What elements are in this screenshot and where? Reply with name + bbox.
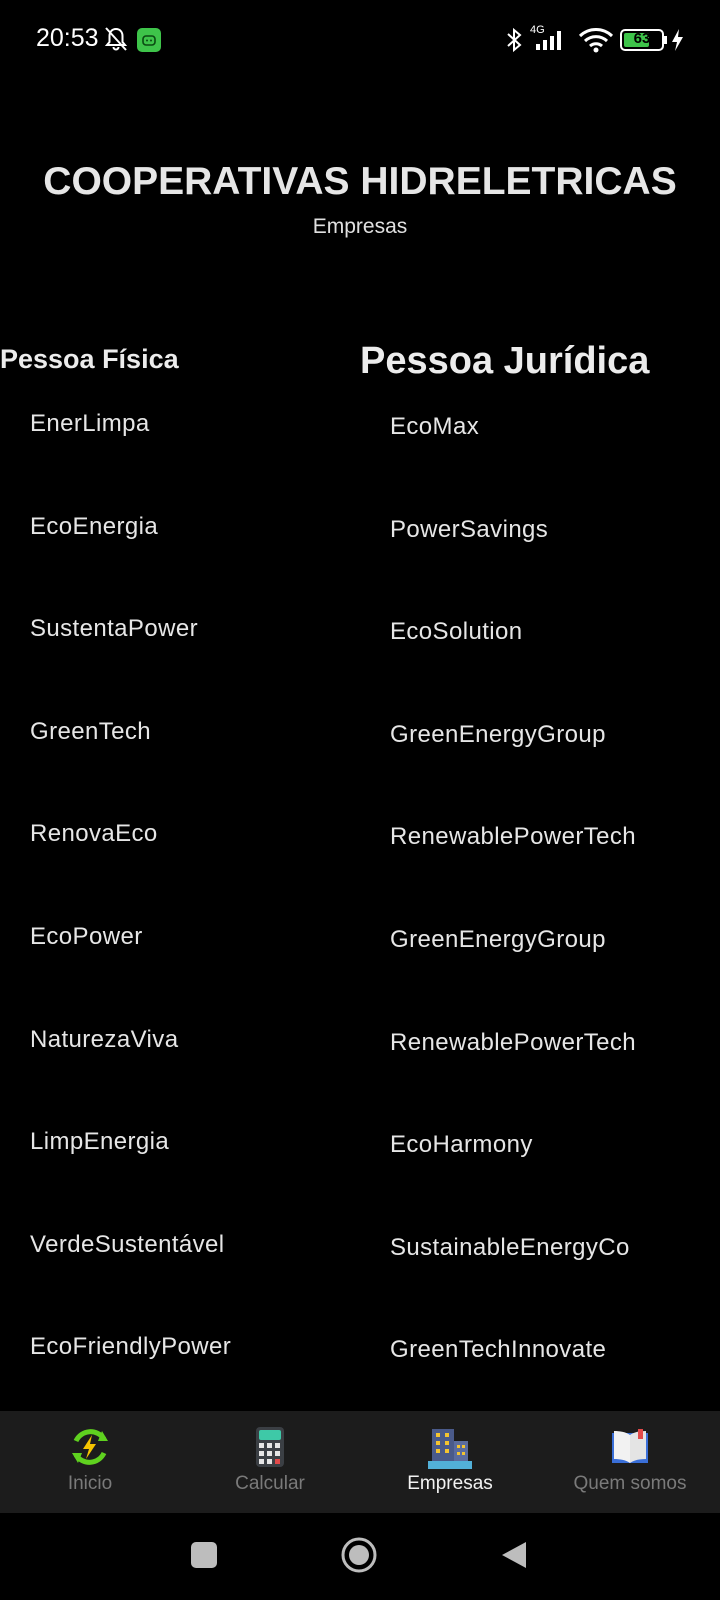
list-item[interactable]: RenewablePowerTech xyxy=(390,1029,636,1132)
status-bar: 20:53 4G 63 xyxy=(0,0,720,82)
calculator-icon xyxy=(256,1427,284,1467)
list-item[interactable]: RenovaEco xyxy=(30,820,231,923)
nav-label: Calcular xyxy=(235,1473,305,1494)
book-icon xyxy=(612,1429,648,1463)
battery-level: 63 xyxy=(633,30,651,47)
bluetooth-icon xyxy=(507,27,522,53)
bell-off-icon xyxy=(104,27,128,51)
pessoa-fisica-list: EnerLimpa EcoEnergia SustentaPower Green… xyxy=(30,410,231,1436)
back-triangle-icon[interactable] xyxy=(500,1540,528,1570)
page-subtitle: Empresas xyxy=(312,215,408,238)
list-item[interactable]: SustainableEnergyCo xyxy=(390,1234,636,1337)
list-item[interactable]: GreenEnergyGroup xyxy=(390,721,636,824)
nav-item-calcular[interactable]: Calcular xyxy=(180,1411,360,1513)
list-item[interactable]: PowerSavings xyxy=(390,516,636,619)
page-title: COOPERATIVAS HIDRELETRICAS xyxy=(43,160,677,203)
charging-icon xyxy=(672,29,683,51)
list-item[interactable]: EcoHarmony xyxy=(390,1131,636,1234)
nav-item-inicio[interactable]: Inicio xyxy=(0,1411,180,1513)
pessoa-fisica-heading: Pessoa Física xyxy=(0,344,179,374)
list-item[interactable]: VerdeSustentável xyxy=(30,1231,231,1334)
status-time: 20:53 xyxy=(36,24,99,52)
buildings-icon xyxy=(428,1429,472,1469)
list-item[interactable]: EcoSolution xyxy=(390,618,636,721)
list-item[interactable]: NaturezaViva xyxy=(30,1026,231,1129)
list-item[interactable]: SustentaPower xyxy=(30,615,231,718)
nav-item-quem-somos[interactable]: Quem somos xyxy=(540,1411,720,1513)
list-item[interactable]: EcoEnergia xyxy=(30,513,231,616)
bottom-nav: Inicio Calcular Empresas Quem somos xyxy=(0,1411,720,1513)
list-item[interactable]: GreenEnergyGroup xyxy=(390,926,636,1029)
nav-item-empresas[interactable]: Empresas xyxy=(360,1411,540,1513)
wifi-icon xyxy=(578,28,614,53)
list-item[interactable]: EcoPower xyxy=(30,923,231,1026)
energy-refresh-icon xyxy=(72,1429,108,1465)
list-item[interactable]: RenewablePowerTech xyxy=(390,823,636,926)
app-notification-icon xyxy=(137,28,161,52)
list-item[interactable]: EcoMax xyxy=(390,413,636,516)
pessoa-juridica-heading: Pessoa Jurídica xyxy=(360,340,650,382)
list-item[interactable]: LimpEnergia xyxy=(30,1128,231,1231)
list-item[interactable]: GreenTech xyxy=(30,718,231,821)
home-circle-icon[interactable] xyxy=(340,1536,378,1574)
recents-square-icon[interactable] xyxy=(190,1541,218,1569)
nav-label: Quem somos xyxy=(573,1473,687,1494)
signal-icon xyxy=(536,31,561,50)
nav-label: Inicio xyxy=(67,1473,113,1494)
pessoa-juridica-list: EcoMax PowerSavings EcoSolution GreenEne… xyxy=(390,413,636,1439)
nav-label: Empresas xyxy=(407,1473,493,1494)
system-nav-bar xyxy=(0,1513,720,1600)
list-item[interactable]: EnerLimpa xyxy=(30,410,231,513)
